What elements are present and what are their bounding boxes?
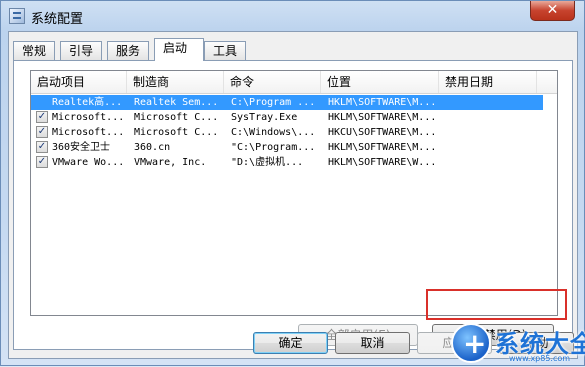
column-header-disabled-date[interactable]: 禁用日期 — [439, 71, 537, 93]
close-button[interactable]: ✕ — [530, 1, 575, 21]
cell-disabled-date — [446, 140, 536, 155]
cell-item: Microsoft... — [52, 127, 124, 138]
table-row[interactable]: ✓ Microsoft... Microsoft C... SysTray.Ex… — [31, 110, 557, 125]
column-header-location[interactable]: 位置 — [321, 71, 439, 93]
tab-tools[interactable]: 工具 — [204, 41, 247, 60]
cancel-button[interactable]: 取消 — [335, 332, 410, 354]
cell-disabled-date — [446, 110, 536, 125]
checkbox[interactable]: ✓ — [36, 141, 48, 153]
cell-command: "C:\Program... — [231, 142, 316, 153]
ok-button[interactable]: 确定 — [253, 332, 328, 354]
cell-maker: VMware, Inc. — [134, 157, 207, 168]
cell-item: Microsoft... — [52, 112, 124, 123]
cell-location: HKCU\SOFTWARE\M... — [328, 127, 437, 138]
table-row[interactable]: ✓ VMware Wo... VMware, Inc. "D:\虚拟机... H… — [31, 155, 557, 170]
cell-maker: Microsoft C... — [134, 112, 219, 123]
tab-general[interactable]: 常规 — [13, 41, 56, 60]
window-title: 系统配置 — [31, 12, 84, 27]
startup-items-list[interactable]: 启动项目 制造商 命令 位置 禁用日期 ✓ Realtek高... Realte… — [30, 70, 558, 316]
table-row[interactable]: ✓ Realtek高... Realtek Sem... C:\Program … — [31, 95, 557, 110]
cell-location: HKLM\SOFTWARE\M... — [328, 97, 437, 108]
system-config-window: 系统配置 ✕ 常规 引导 服务 启动 工具 启动项目 制造商 命令 位置 禁用日… — [0, 0, 585, 366]
watermark-logo-icon — [451, 323, 491, 363]
cell-location: HKLM\SOFTWARE\W... — [328, 157, 437, 168]
cell-item: VMware Wo... — [52, 157, 124, 168]
cell-location: HKLM\SOFTWARE\M... — [328, 142, 437, 153]
list-rows: ✓ Realtek高... Realtek Sem... C:\Program … — [31, 95, 557, 170]
list-header: 启动项目 制造商 命令 位置 禁用日期 — [31, 71, 557, 94]
cell-command: "D:\虚拟机... — [231, 157, 304, 168]
cell-command: SysTray.Exe — [231, 112, 298, 123]
watermark-url: www.xp85.com — [509, 354, 571, 363]
checkbox[interactable]: ✓ — [36, 156, 48, 168]
column-header-command[interactable]: 命令 — [224, 71, 321, 93]
column-header-item[interactable]: 启动项目 — [31, 71, 127, 93]
tab-services[interactable]: 服务 — [107, 41, 150, 60]
cell-maker: 360.cn — [134, 142, 171, 153]
cell-item: 360安全卫士 — [52, 142, 111, 153]
cell-item: Realtek高... — [52, 97, 123, 108]
table-row[interactable]: ✓ 360安全卫士 360.cn "C:\Program... HKLM\SOF… — [31, 140, 557, 155]
cell-disabled-date — [446, 95, 536, 110]
msconfig-app-icon — [9, 8, 25, 24]
cell-command: C:\Windows\... — [231, 127, 316, 138]
cell-location: HKLM\SOFTWARE\M... — [328, 112, 437, 123]
cell-maker: Microsoft C... — [134, 127, 219, 138]
cell-disabled-date — [446, 125, 536, 140]
table-row[interactable]: ✓ Microsoft... Microsoft C... C:\Windows… — [31, 125, 557, 140]
checkbox[interactable]: ✓ — [36, 111, 48, 123]
title-bar[interactable]: 系统配置 ✕ — [1, 1, 584, 31]
cell-command: C:\Program ... — [231, 97, 316, 108]
tab-startup[interactable]: 启动 — [154, 38, 204, 61]
disable-all-highlight-box — [426, 289, 567, 320]
watermark: 系统大全 www.xp85.com — [451, 323, 585, 367]
tab-boot[interactable]: 引导 — [60, 41, 103, 60]
cell-maker: Realtek Sem... — [134, 97, 219, 108]
cell-disabled-date — [446, 155, 536, 170]
checkbox[interactable]: ✓ — [36, 126, 48, 138]
column-header-maker[interactable]: 制造商 — [127, 71, 224, 93]
